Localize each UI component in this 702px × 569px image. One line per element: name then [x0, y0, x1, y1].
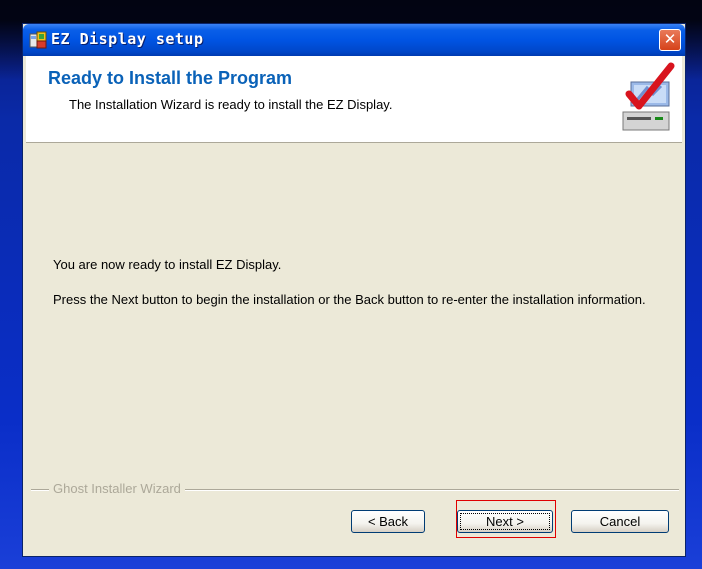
title-bar[interactable]: EZ Display setup ✕ — [23, 24, 685, 56]
install-checkmark-icon — [622, 62, 675, 131]
setup-dialog: EZ Display setup ✕ Ready to Install the … — [22, 23, 686, 557]
instructions-message: Press the Next button to begin the insta… — [53, 292, 646, 307]
close-icon: ✕ — [663, 30, 677, 48]
page-title: Ready to Install the Program — [48, 68, 293, 88]
setup-icon — [29, 31, 47, 49]
ready-message: You are now ready to install EZ Display. — [53, 257, 282, 272]
page-subtitle: The Installation Wizard is ready to inst… — [69, 97, 393, 112]
close-button[interactable]: ✕ — [659, 29, 681, 51]
window-title: EZ Display setup — [51, 30, 204, 48]
wizard-header: Ready to Install the Program The Install… — [26, 56, 682, 143]
cancel-button[interactable]: Cancel — [571, 510, 669, 533]
back-button[interactable]: < Back — [351, 510, 425, 533]
next-button-highlight — [456, 500, 556, 538]
branding-label: Ghost Installer Wizard — [49, 481, 185, 496]
